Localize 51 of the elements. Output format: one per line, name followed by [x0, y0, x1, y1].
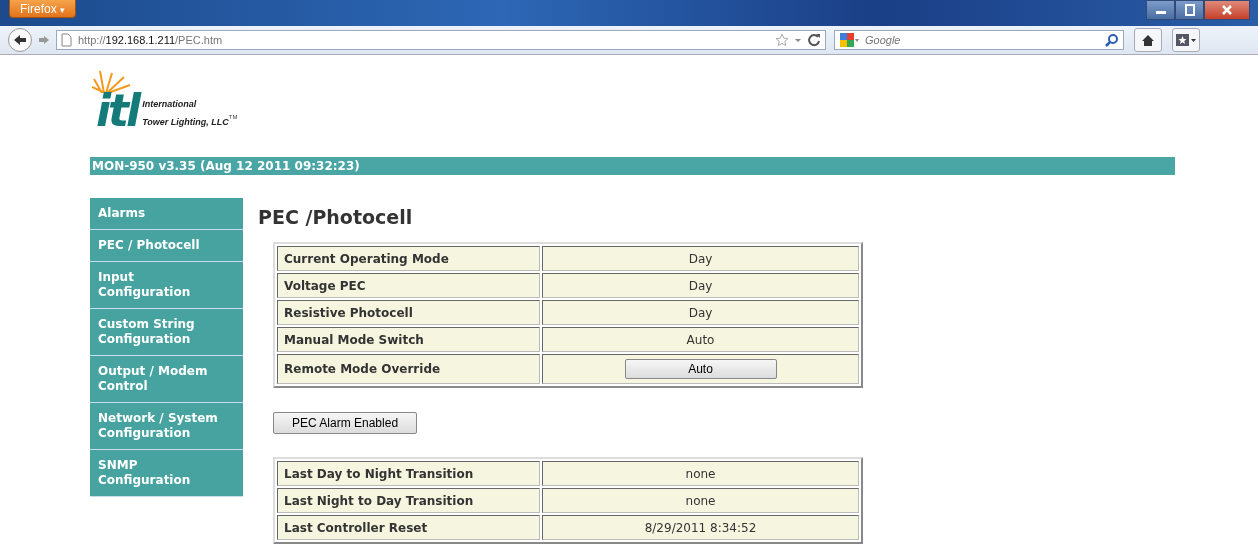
table-cell: 8/29/2011 8:34:52	[542, 515, 859, 540]
page-icon	[61, 33, 72, 47]
mode-button[interactable]: Auto	[624, 359, 777, 379]
table-cell: Resistive Photocell	[277, 300, 540, 325]
logo-mark: itl	[96, 89, 139, 133]
reload-icon[interactable]	[807, 33, 821, 47]
table-cell: Last Day to Night Transition	[277, 461, 540, 486]
table-cell: Day	[542, 246, 859, 271]
star-icon[interactable]	[775, 33, 789, 47]
url-text: http://192.168.1.211/PEC.htm	[78, 34, 224, 46]
google-icon	[839, 32, 859, 48]
sidebar-item[interactable]: Output / Modem Control	[90, 356, 243, 403]
page-title: PEC /Photocell	[258, 205, 414, 228]
sidebar-item[interactable]: SNMP Configuration	[90, 450, 243, 497]
logo-text: Tower Lighting, LLC	[142, 117, 229, 127]
address-bar[interactable]: http://192.168.1.211/PEC.htm	[56, 30, 826, 50]
firefox-menu-button[interactable]: Firefox ▾	[9, 0, 76, 18]
table-cell: Voltage PEC	[277, 273, 540, 298]
close-button[interactable]	[1204, 0, 1250, 20]
sidebar-item[interactable]: PEC / Photocell	[90, 230, 243, 262]
star-box-icon	[1175, 33, 1197, 47]
table-cell: Manual Mode Switch	[277, 327, 540, 352]
search-field[interactable]: Google	[834, 30, 1124, 50]
header-bar: MON-950 v3.35 (Aug 12 2011 09:32:23)	[90, 157, 1175, 175]
back-button[interactable]	[8, 28, 32, 52]
table-cell: Current Operating Mode	[277, 246, 540, 271]
bookmarks-button[interactable]	[1172, 28, 1200, 52]
sidebar-item[interactable]: Custom String Configuration	[90, 309, 243, 356]
table-cell: Day	[542, 273, 859, 298]
maximize-icon	[1183, 4, 1196, 16]
home-icon	[1141, 33, 1155, 47]
table-cell: Day	[542, 300, 859, 325]
home-button[interactable]	[1134, 28, 1162, 52]
table-cell: none	[542, 488, 859, 513]
table-cell: Last Controller Reset	[277, 515, 540, 540]
table-cell: none	[542, 461, 859, 486]
sidebar-item[interactable]: Alarms	[90, 198, 243, 230]
maximize-button[interactable]	[1175, 0, 1204, 20]
table-cell: Last Night to Day Transition	[277, 488, 540, 513]
minimize-button[interactable]	[1146, 0, 1175, 20]
forward-arrow-icon	[38, 35, 50, 45]
alarm-button[interactable]: PEC Alarm Enabled	[273, 412, 418, 434]
logo-text: International	[142, 100, 198, 110]
sunburst-icon	[92, 69, 132, 93]
search-icon[interactable]	[1105, 33, 1119, 47]
sidebar-item[interactable]: Input Configuration	[90, 262, 243, 309]
table-cell: Remote Mode Override	[277, 354, 540, 384]
sidebar-item[interactable]: Network / System Configuration	[90, 403, 243, 450]
table-cell: Auto	[542, 327, 859, 352]
back-arrow-icon	[13, 34, 27, 46]
close-icon	[1221, 4, 1233, 16]
